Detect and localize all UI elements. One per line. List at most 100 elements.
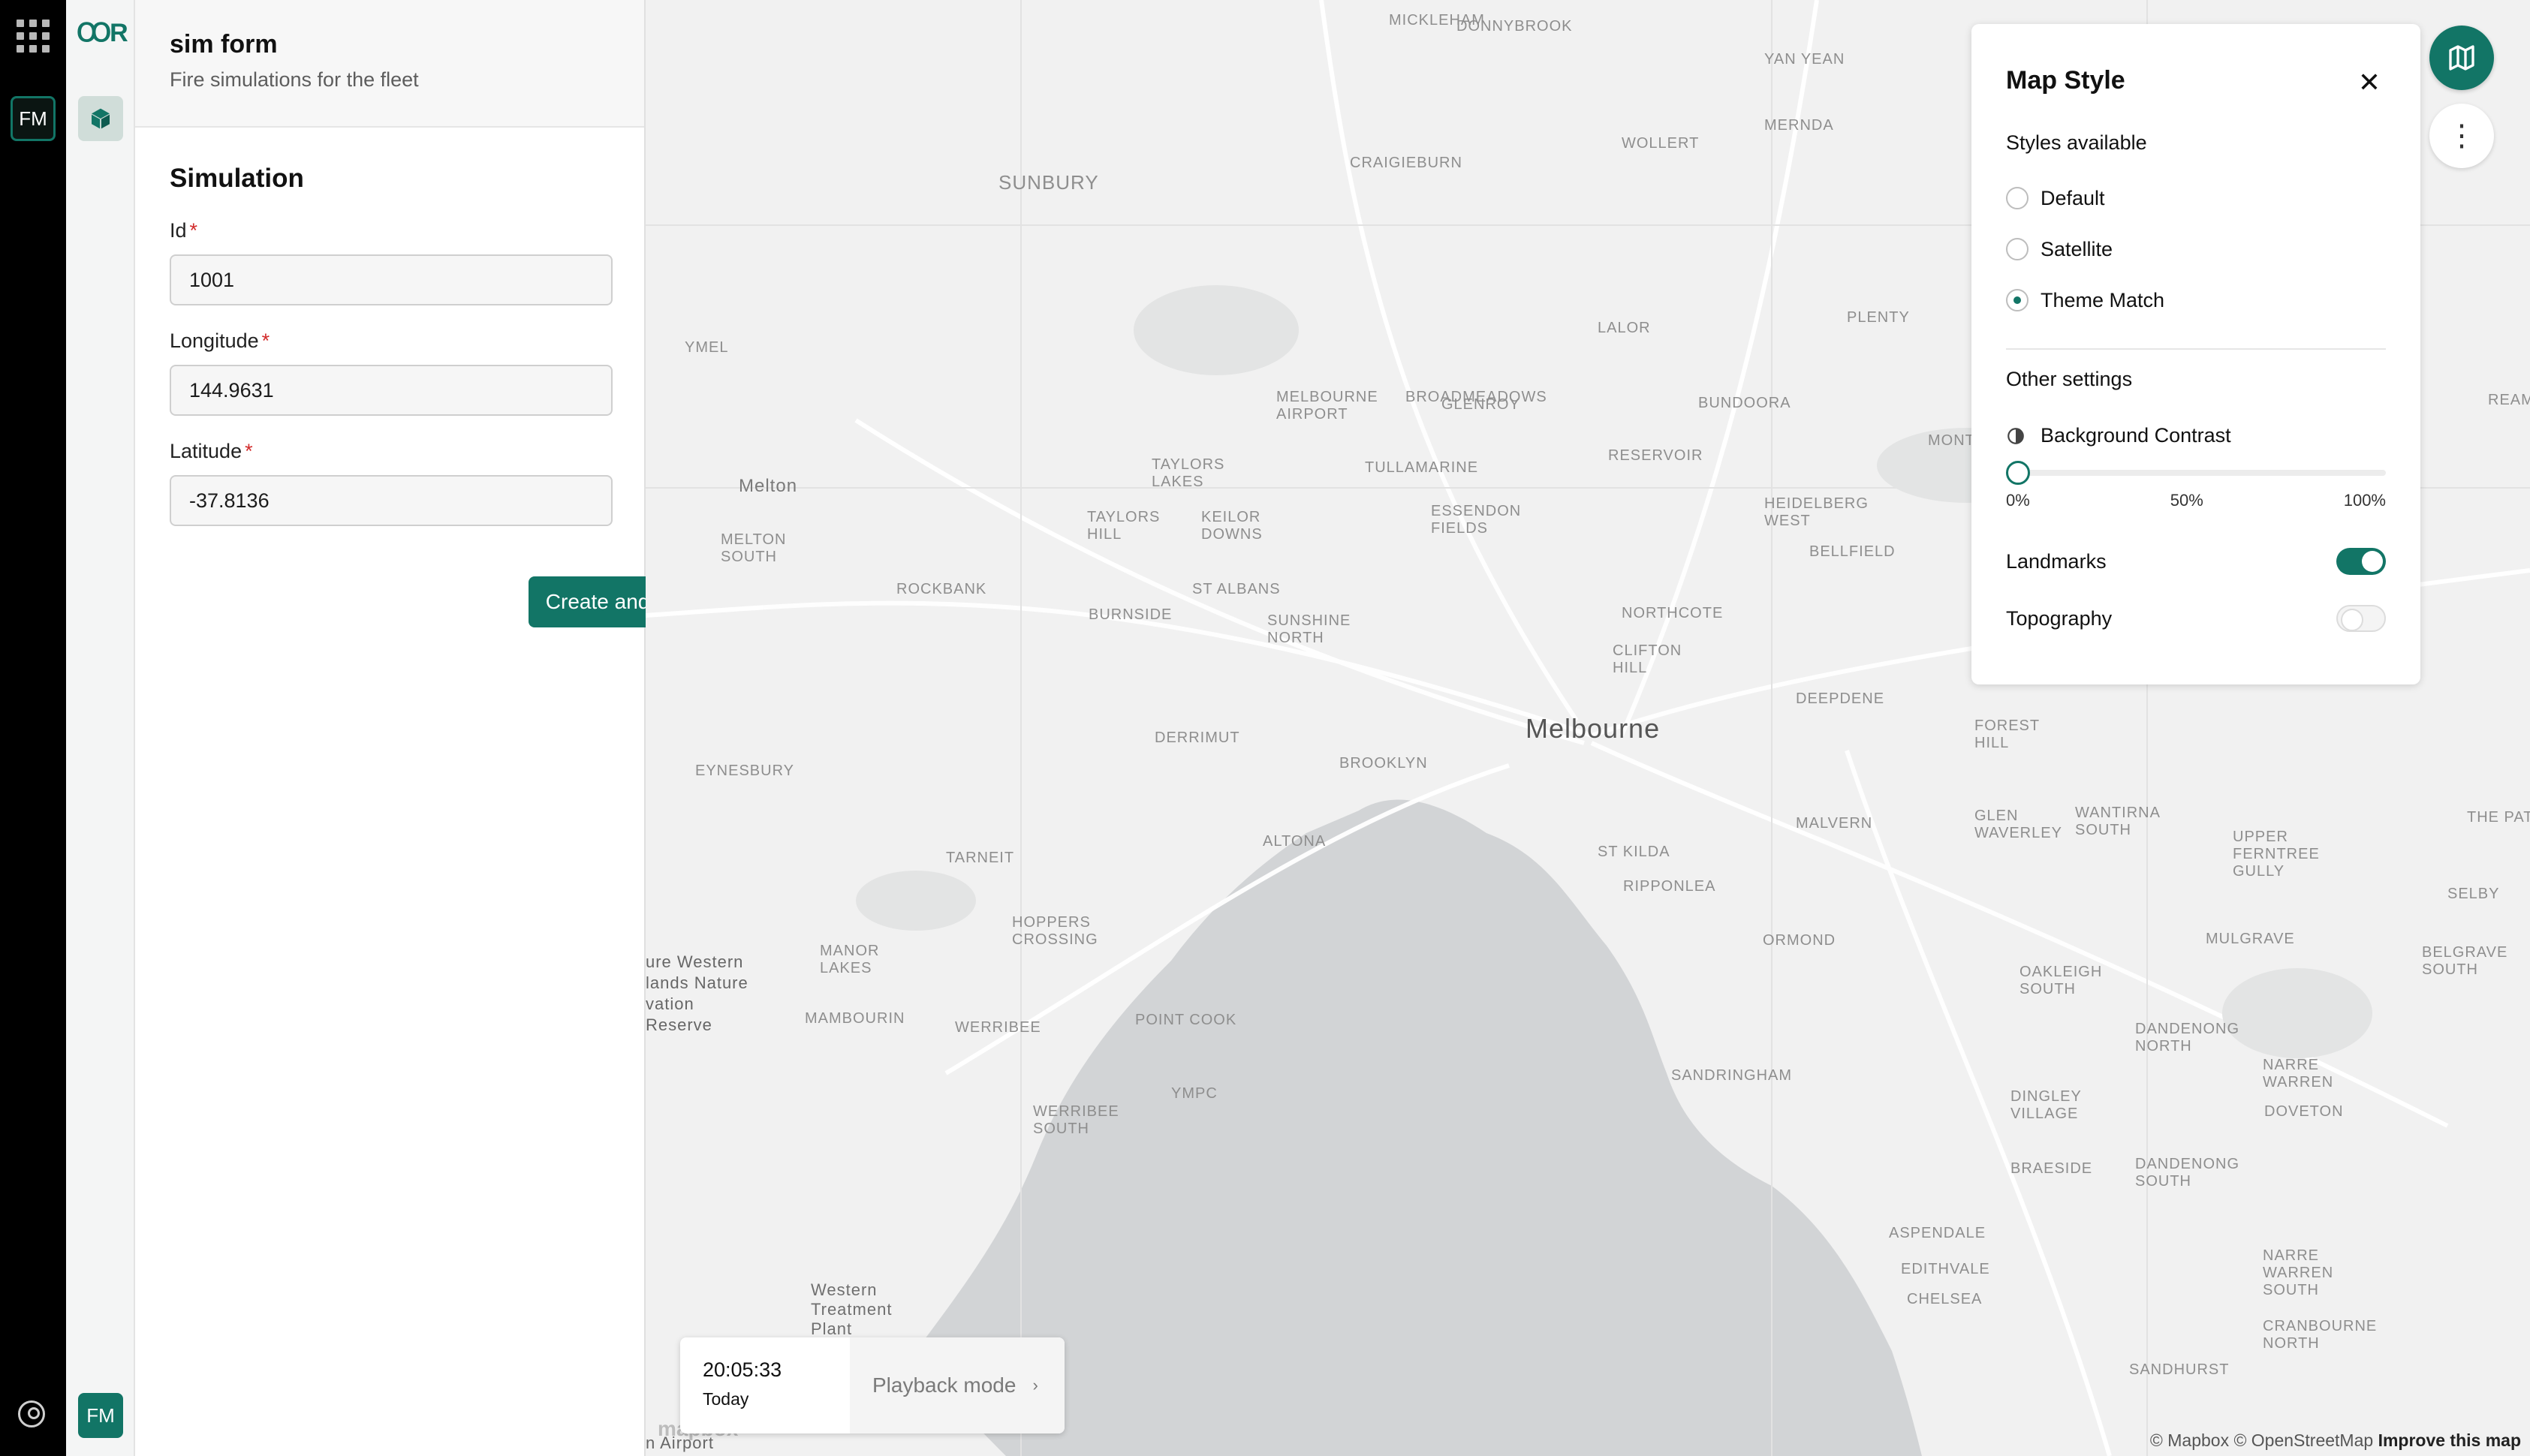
map-place-label: BRAESIDE: [2010, 1160, 2093, 1177]
map-place-label: SANDHURST: [2129, 1361, 2230, 1378]
latitude-field-group: Latitude *: [170, 440, 613, 526]
map-place-label: MALVERN: [1796, 815, 1873, 832]
landmarks-label: Landmarks: [2006, 549, 2107, 573]
map-style-title: Map Style: [2006, 66, 2125, 95]
workspace-badge[interactable]: FM: [11, 96, 56, 141]
map-place-label: BURNSIDE: [1089, 606, 1173, 623]
contrast-label: Background Contrast: [2041, 424, 2231, 447]
latitude-input[interactable]: [170, 475, 613, 526]
map-place-label: GLENROY: [1441, 396, 1520, 413]
style-option-theme-match[interactable]: Theme Match: [2006, 275, 2386, 326]
playback-mode-label: Playback mode: [872, 1373, 1017, 1397]
style-option-default[interactable]: Default: [2006, 173, 2386, 224]
map-place-label: DERRIMUT: [1155, 730, 1240, 746]
map-place-label: THE PATCH: [2467, 809, 2530, 826]
map-place-label: TAYLORS HILL: [1087, 509, 1161, 543]
map-place-label: MELTON SOUTH: [721, 531, 787, 565]
map-place-label: ORMOND: [1763, 932, 1836, 949]
required-mark: *: [261, 329, 270, 352]
map-place-label: WERRIBEE SOUTH: [1033, 1103, 1119, 1137]
map-place-label: DINGLEY VILLAGE: [2010, 1088, 2082, 1122]
sim-form-panel: sim form Fire simulations for the fleet …: [135, 0, 746, 1456]
slider-thumb[interactable]: [2006, 461, 2030, 485]
map-place-label: DONNYBROOK: [1456, 18, 1573, 35]
map-place-label: EDITHVALE: [1901, 1261, 1990, 1277]
map-place-label: DANDENONG SOUTH: [2135, 1156, 2240, 1190]
style-option-satellite[interactable]: Satellite: [2006, 224, 2386, 275]
playback-time-block: 20:05:33 Today: [680, 1337, 850, 1433]
tick-label: 0%: [2006, 491, 2030, 510]
map-place-label: POINT COOK: [1135, 1012, 1237, 1028]
tick-label: 100%: [2343, 491, 2386, 510]
playback-widget: 20:05:33 Today Playback mode ›: [680, 1337, 1065, 1433]
map-place-label: TULLAMARINE: [1365, 459, 1479, 476]
map-place-label: LALOR: [1598, 320, 1651, 336]
improve-map-link[interactable]: Improve this map: [2378, 1430, 2521, 1450]
other-settings-heading: Other settings: [2006, 368, 2133, 390]
required-mark: *: [189, 219, 198, 242]
topography-toggle[interactable]: [2336, 605, 2386, 632]
background-contrast-row: Background Contrast: [2006, 424, 2386, 447]
map-place-label: DANDENONG NORTH: [2135, 1021, 2240, 1054]
panel-header: sim form Fire simulations for the fleet: [135, 0, 644, 128]
map-place-label: SANDRINGHAM: [1671, 1067, 1793, 1084]
map-place-label: YMPC: [1171, 1085, 1218, 1102]
map-place-label: CRANBOURNE NORTH: [2263, 1318, 2378, 1352]
radio-theme-match[interactable]: [2006, 289, 2029, 311]
panel-title: sim form: [170, 30, 278, 59]
landmarks-toggle[interactable]: [2336, 548, 2386, 575]
map-place-label: ST ALBANS: [1192, 581, 1281, 597]
id-label: Id: [170, 219, 187, 242]
map-place-label: BUNDOORA: [1698, 395, 1791, 411]
map-style-button[interactable]: [2429, 26, 2494, 90]
map-place-label: DOVETON: [2264, 1103, 2344, 1120]
map-place-label: MANOR LAKES: [820, 943, 880, 976]
map-style-panel: Map Style ✕ Styles available Default Sat…: [1971, 24, 2420, 684]
map-place-label: NORTHCOTE: [1622, 605, 1724, 621]
map-place-label: KEILOR DOWNS: [1201, 509, 1263, 543]
map-place-label: YMEL: [685, 339, 729, 356]
map-place-label: ASPENDALE: [1889, 1225, 1986, 1241]
map-place-label: MULGRAVE: [2206, 931, 2295, 947]
playback-mode-button[interactable]: Playback mode ›: [850, 1337, 1065, 1433]
id-input[interactable]: [170, 254, 613, 305]
brand-logo: ꝎR: [77, 19, 128, 47]
apps-grid-icon[interactable]: [17, 20, 50, 53]
map-place-label: BROOKLYN: [1339, 755, 1428, 772]
map-place-label: TAYLORS LAKES: [1152, 456, 1225, 490]
latitude-label: Latitude: [170, 440, 242, 462]
styles-heading: Styles available: [2006, 131, 2147, 154]
map-place-label: GLEN WAVERLEY: [1974, 808, 2062, 841]
contrast-slider[interactable]: [2006, 458, 2386, 488]
topography-row: Topography: [2006, 605, 2386, 632]
landmarks-row: Landmarks: [2006, 548, 2386, 575]
attribution-text[interactable]: © Mapbox © OpenStreetMap: [2150, 1430, 2373, 1450]
map-place-label: DEEPDENE: [1796, 690, 1885, 707]
user-account-icon[interactable]: [18, 1400, 45, 1427]
map-icon: [2449, 45, 2474, 71]
current-time: 20:05:33: [703, 1358, 782, 1381]
map-place-label: ure Western lands Nature vation Reserve: [646, 952, 748, 1034]
close-icon[interactable]: ✕: [2353, 66, 2386, 99]
map-place-label: CRAIGIEBURN: [1350, 155, 1462, 171]
map-place-label: MELBOURNE AIRPORT: [1276, 389, 1378, 423]
longitude-input[interactable]: [170, 365, 613, 416]
divider: [2006, 348, 2386, 350]
radio-default[interactable]: [2006, 187, 2029, 209]
map-place-label: TARNEIT: [946, 850, 1015, 866]
profile-avatar[interactable]: FM: [78, 1393, 123, 1438]
panel-subtitle: Fire simulations for the fleet: [170, 68, 419, 91]
current-day: Today: [703, 1389, 749, 1409]
more-options-button[interactable]: ⋮: [2429, 104, 2494, 168]
city-label-melbourne: Melbourne: [1526, 713, 1661, 744]
slider-track[interactable]: [2006, 470, 2386, 476]
map-place-label: SUNBURY: [998, 171, 1099, 194]
radio-satellite[interactable]: [2006, 238, 2029, 260]
map-place-label: REAM: [2488, 392, 2530, 408]
topography-label: Topography: [2006, 606, 2113, 630]
cube-icon[interactable]: [78, 96, 123, 141]
required-mark: *: [245, 440, 253, 462]
slider-ticks: 0% 50% 100%: [2006, 491, 2386, 510]
map-place-label: WERRIBEE: [955, 1019, 1041, 1036]
module-rail: ꝎR FM: [66, 0, 135, 1456]
